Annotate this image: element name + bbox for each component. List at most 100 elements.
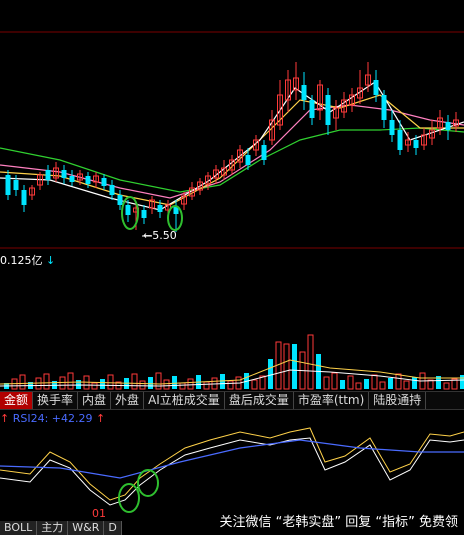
volume-bar [283,343,290,390]
volume-bar [268,359,273,389]
volume-bar [91,382,98,390]
volume-bar [292,344,297,389]
volume-bar [355,382,362,390]
candle-body [445,122,451,130]
candle-body [309,100,315,118]
tab-northbound-holding[interactable]: 陆股通持 [369,392,427,409]
candle-body [325,95,331,125]
tab-wr[interactable]: W&R [68,521,105,535]
rsi-line-blue [0,439,464,479]
low-price-arrow: ← [143,229,153,242]
rsi-value: RSI24: +42.29 [12,412,93,425]
volume-bar [19,374,26,390]
candle-body [261,145,267,160]
tab-boll[interactable]: BOLL [0,521,38,535]
candle-body [157,205,163,212]
volume-bar [403,380,410,390]
volume-bar [131,373,138,390]
volume-bar [379,381,386,390]
rsi-marker-circle-1 [118,483,140,513]
volume-bar [364,379,369,389]
volume-bar [412,377,417,389]
volume-bar [427,379,434,390]
up-arrow-icon: ↑ [96,412,106,425]
volume-bar [460,375,464,389]
candlesticks [5,62,459,232]
tab-ai-volume[interactable]: AI立桩成交量 [144,392,225,409]
volume-bar [155,372,162,390]
candle-body [13,180,19,190]
candle-body [101,178,107,186]
volume-bar [203,381,210,390]
volume-bar [220,374,225,389]
candle-body [301,85,307,100]
moving-average-lines [0,81,464,211]
volume-bar [395,373,402,390]
tab-inner-volume[interactable]: 内盘 [78,392,112,409]
volume-bar [251,379,258,390]
down-arrow-icon: ↓ [46,254,56,267]
rsi-line-yellow [0,427,464,501]
volume-bar [443,382,450,390]
candle-body [85,176,91,184]
volume-bars [0,334,464,390]
tab-main-force[interactable]: 主力 [37,521,69,535]
candle-body [117,195,123,205]
volume-bar [148,377,153,389]
volume-bar [179,382,186,390]
volume-bar [76,380,81,389]
rsi-bottom-value: 01 [92,507,106,520]
candle-body [69,176,75,182]
kline-chart[interactable] [0,0,464,535]
bottom-indicator-tabs: BOLL 主力 W&R D [0,521,122,535]
tab-amount[interactable]: 金额 [0,392,34,409]
volume-bar [163,379,170,390]
volume-bar [67,372,74,390]
volume-bar [323,376,330,390]
tab-pe-ttm[interactable]: 市盈率(ttm) [294,392,370,409]
low-price-value: 5.50 [152,229,177,242]
candle-body [245,155,251,165]
candle-body [21,190,27,205]
volume-bar [227,380,234,390]
rsi-lines [0,427,464,506]
volume-bar [59,376,66,390]
tab-after-hours-volume[interactable]: 盘后成交量 [225,392,294,409]
watermark-text: 关注微信 “老韩实盘” 回复 “指标” 免费领 [219,515,458,530]
volume-bar [388,378,393,389]
rsi-marker-circle-2 [137,469,159,497]
candle-body [125,205,131,215]
rsi-label: ↑ RSI24: +42.29 ↑ [0,412,105,425]
volume-value: 0.125亿 [0,254,43,267]
volume-bar [100,379,105,389]
candle-body [397,130,403,150]
up-arrow-icon: ↑ [0,412,10,425]
tab-d[interactable]: D [104,521,122,535]
candle-body [45,170,51,180]
ma-pink-line [0,104,464,199]
candle-body [389,120,395,135]
volume-bar [139,380,146,390]
candle-body [141,210,147,218]
volume-bar [107,374,114,390]
candle-body [413,140,419,148]
tab-outer-volume[interactable]: 外盘 [111,392,145,409]
volume-bar [347,375,354,390]
indicator-tabs: 金额 换手率 内盘 外盘 AI立桩成交量 盘后成交量 市盈率(ttm) 陆股通持 [0,391,464,410]
volume-bar [371,374,378,390]
volume-bar [187,378,194,390]
rsi-line-white [0,437,464,506]
ma-white-line [0,81,464,211]
volume-bar [340,380,345,389]
volume-ma-line [0,359,464,385]
low-price-label: ←5.50 [143,229,177,242]
candle-body [373,80,379,95]
volume-bar [331,372,338,390]
candle-body [5,175,11,195]
volume-bar [43,373,50,390]
volume-ma-line [0,369,464,387]
candle-body [109,185,115,195]
tab-turnover[interactable]: 换手率 [33,392,79,409]
volume-label: 0.125亿 ↓ [0,252,55,268]
candle-body [381,95,387,120]
